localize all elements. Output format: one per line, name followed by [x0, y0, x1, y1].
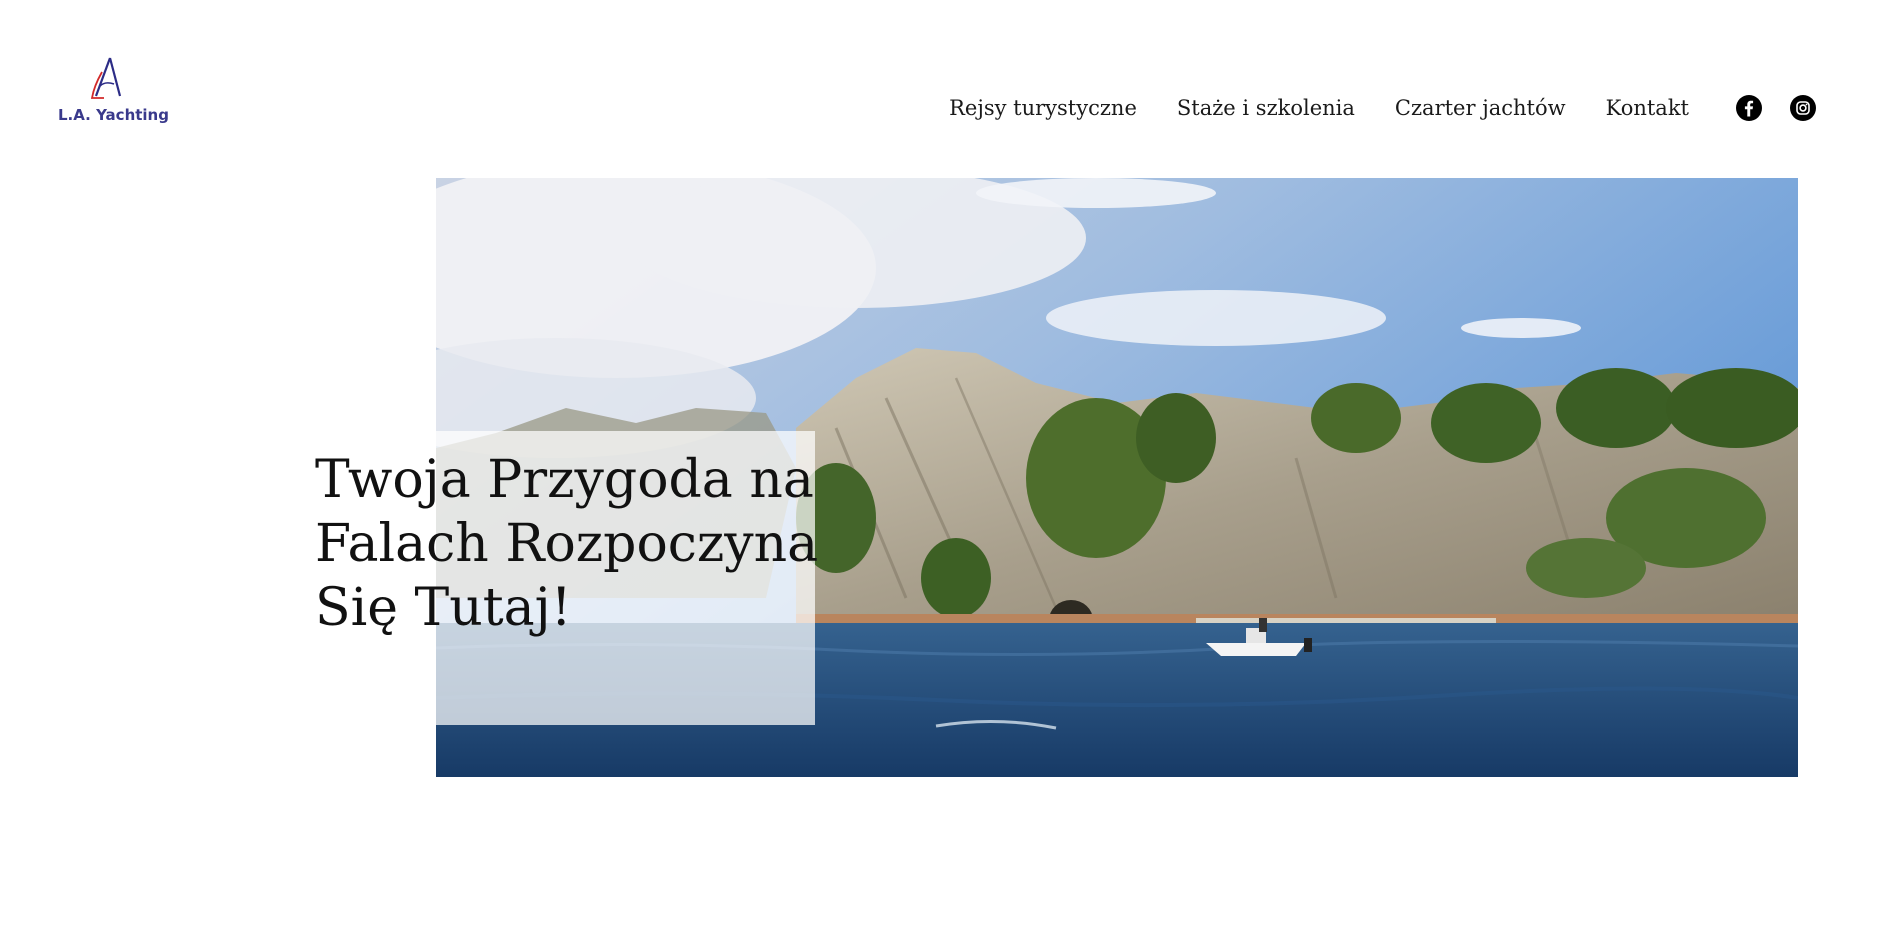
facebook-icon[interactable] — [1736, 95, 1762, 121]
nav-item-rejsy[interactable]: Rejsy turystyczne — [949, 96, 1137, 120]
hero-headline: Twoja Przygoda na Falach Rozpoczyna Się … — [315, 450, 819, 638]
nav-item-kontakt[interactable]: Kontakt — [1606, 96, 1689, 120]
nav-item-czarter[interactable]: Czarter jachtów — [1395, 96, 1566, 120]
social-links — [1736, 95, 1816, 121]
site-header: L.A. Yachting Rejsy turystyczne Staże i … — [0, 0, 1899, 170]
nav-item-staze[interactable]: Staże i szkolenia — [1177, 96, 1355, 120]
main-nav: Rejsy turystyczne Staże i szkolenia Czar… — [949, 96, 1689, 120]
instagram-icon[interactable] — [1790, 95, 1816, 121]
logo-text: L.A. Yachting — [58, 106, 169, 124]
logo-link[interactable]: L.A. Yachting — [58, 56, 169, 128]
sailboat-logo-icon — [90, 57, 122, 99]
